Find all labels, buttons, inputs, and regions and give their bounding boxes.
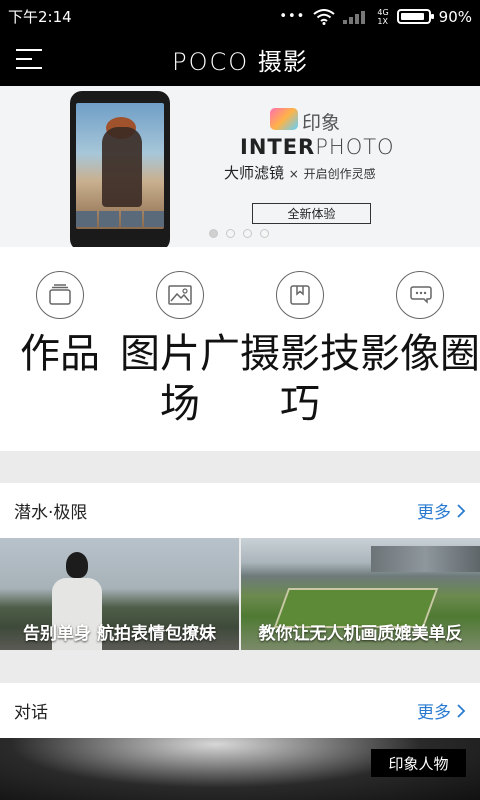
battery-icon xyxy=(396,9,434,24)
bookmark-icon xyxy=(276,271,324,319)
brand-cn: 印象 xyxy=(302,112,341,134)
chevron-right-icon xyxy=(457,703,466,718)
article-caption: 教你让无人机画质媲美单反 xyxy=(258,624,463,644)
dialog-feature-image[interactable]: 印象人物 xyxy=(0,738,480,800)
carousel-indicator xyxy=(209,229,269,238)
category-photo-tips[interactable]: 摄影技巧 xyxy=(240,247,360,451)
section-title: 潜水·极限 xyxy=(14,503,88,523)
works-icon xyxy=(36,271,84,319)
app-title: POCO 摄影 xyxy=(172,48,308,76)
category-label: 摄影技巧 xyxy=(240,331,360,427)
tag-label[interactable]: 印象人物 xyxy=(371,749,466,777)
app-bar: POCO 摄影 xyxy=(0,33,480,86)
signal-icon xyxy=(343,10,366,24)
article-caption: 告别单身 航拍表情包撩妹 xyxy=(23,624,216,644)
interphoto-logo-icon xyxy=(270,108,298,130)
carousel-dot[interactable] xyxy=(243,229,252,238)
chevron-right-icon xyxy=(457,503,466,518)
carousel-dot[interactable] xyxy=(209,229,218,238)
category-label: 影像圈 xyxy=(360,331,480,377)
carousel-dot[interactable] xyxy=(260,229,269,238)
banner-tagline: 大师滤镜 × 开启创作灵感 xyxy=(224,164,376,182)
brand-en: INTERPHOTO xyxy=(240,135,395,159)
section-title: 对话 xyxy=(14,703,48,723)
category-image-square[interactable]: 图片广场 xyxy=(120,247,240,451)
section-header-diving: 潜水·极限 更多 xyxy=(0,483,480,538)
section-header-dialog: 对话 更多 xyxy=(0,683,480,738)
carousel-dot[interactable] xyxy=(226,229,235,238)
promo-banner[interactable]: 印象 INTERPHOTO 大师滤镜 × 开启创作灵感 全新体验 xyxy=(0,86,480,247)
city-skyline xyxy=(371,546,480,572)
battery-percent: 90% xyxy=(438,7,472,26)
article-card[interactable]: 教你让无人机画质媲美单反 xyxy=(241,538,480,650)
category-image-circle[interactable]: 影像圈 xyxy=(360,247,480,451)
network-type: 4G 1X xyxy=(377,7,389,26)
category-works[interactable]: 作品 xyxy=(0,247,120,451)
menu-icon[interactable] xyxy=(16,49,42,71)
image-icon xyxy=(156,271,204,319)
status-time: 下午2:14 xyxy=(8,8,72,26)
phone-illustration xyxy=(70,91,170,247)
more-dots-icon: ••• xyxy=(279,9,306,24)
wifi-icon xyxy=(313,8,335,25)
category-label: 作品 xyxy=(20,331,100,377)
article-card[interactable]: 告别单身 航拍表情包撩妹 xyxy=(0,538,239,650)
more-link[interactable]: 更多 xyxy=(417,498,466,523)
try-now-button[interactable]: 全新体验 xyxy=(252,203,371,224)
chat-icon xyxy=(396,271,444,319)
status-bar: 下午2:14 ••• 4G 1X 90% xyxy=(0,0,480,33)
category-label: 图片广场 xyxy=(120,331,240,427)
more-link[interactable]: 更多 xyxy=(417,698,466,723)
category-grid: 作品 图片广场 摄影技巧 影像圈 xyxy=(0,247,480,451)
